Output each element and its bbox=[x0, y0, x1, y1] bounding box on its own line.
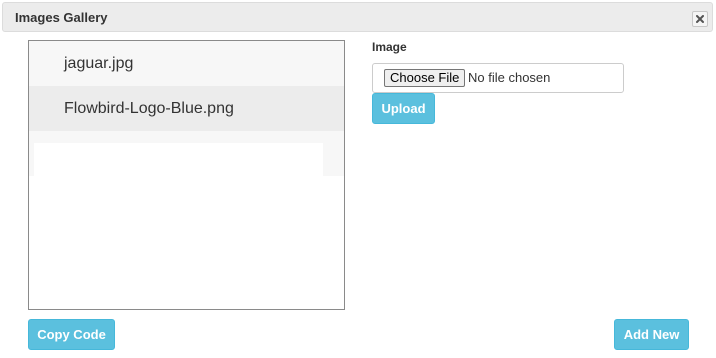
images-gallery-dialog: Images Gallery jaguar.jpg Flowbird-Logo-… bbox=[0, 0, 716, 358]
add-new-button[interactable]: Add New bbox=[614, 319, 689, 350]
list-item[interactable]: jaguar.jpg bbox=[29, 41, 344, 86]
list-empty-row-inner bbox=[34, 143, 323, 176]
list-item[interactable]: Flowbird-Logo-Blue.png bbox=[29, 86, 344, 131]
close-button[interactable] bbox=[692, 11, 708, 27]
upload-button[interactable]: Upload bbox=[372, 93, 435, 124]
file-input[interactable]: Choose File No file chosen bbox=[372, 63, 624, 93]
copy-code-button[interactable]: Copy Code bbox=[28, 319, 115, 350]
file-status-text: No file chosen bbox=[468, 70, 551, 85]
image-list[interactable]: jaguar.jpg Flowbird-Logo-Blue.png bbox=[28, 40, 345, 310]
dialog-title: Images Gallery bbox=[15, 10, 108, 25]
list-empty-row bbox=[29, 131, 344, 176]
close-icon bbox=[696, 15, 704, 23]
image-field-label: Image bbox=[372, 40, 407, 54]
dialog-titlebar: Images Gallery bbox=[2, 2, 713, 32]
choose-file-button[interactable]: Choose File bbox=[384, 69, 466, 87]
